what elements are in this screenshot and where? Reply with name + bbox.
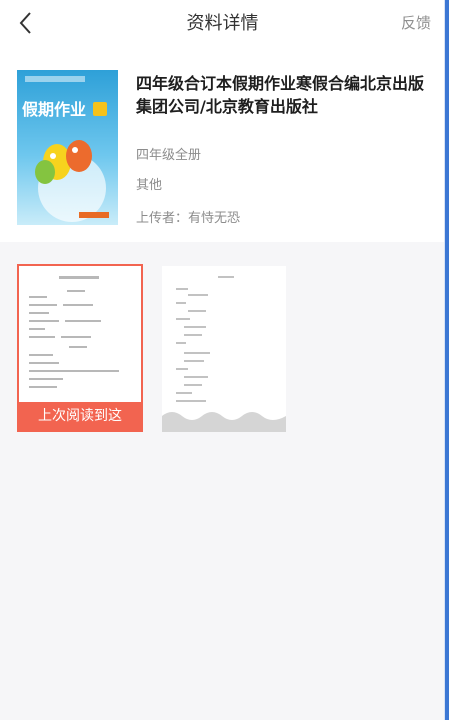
cover-title-text: 假期作业	[22, 100, 86, 119]
page-thumbnail-1[interactable]: 上次阅读到这	[17, 264, 143, 432]
book-info-section: 假期作业 四年级合订本假期作业寒假合编北京出版集团公司/北京教育出版社 四年级全…	[0, 46, 445, 242]
page-title: 资料详情	[186, 13, 259, 34]
last-read-badge: 上次阅读到这	[19, 402, 141, 430]
book-cover-illustration: 假期作业	[22, 76, 109, 222]
page-preview-1	[29, 276, 119, 388]
book-cover-image[interactable]: 假期作业	[17, 70, 118, 225]
book-title: 四年级合订本假期作业寒假合编北京出版集团公司/北京教育出版社	[136, 74, 425, 116]
top-nav-bar: 资料详情 反馈	[0, 0, 445, 46]
page-thumbnail-2[interactable]	[162, 266, 286, 432]
page-preview-2	[162, 276, 286, 432]
book-grade: 四年级全册	[136, 148, 202, 163]
feedback-button[interactable]: 反馈	[401, 12, 431, 33]
book-type: 其他	[136, 178, 163, 193]
book-uploader: 上传者：有恃无恐	[136, 211, 241, 226]
window-edge	[445, 0, 449, 720]
